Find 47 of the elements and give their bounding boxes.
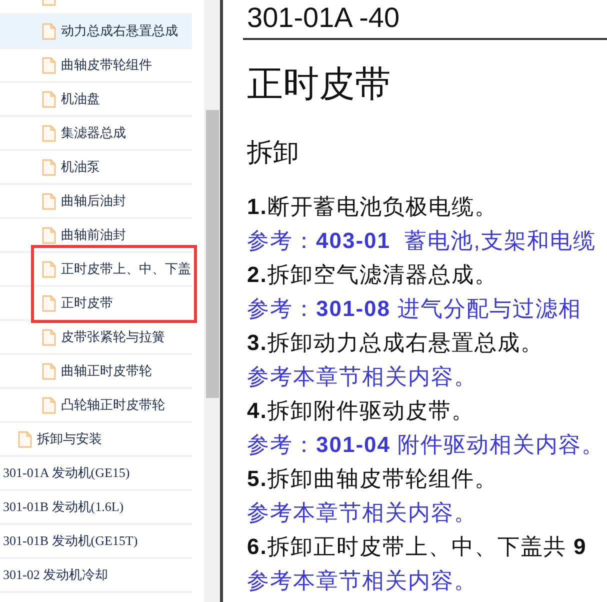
tree-item[interactable]: 动力总成右悬置总成: [0, 15, 192, 49]
tree-item[interactable]: 机油盘: [0, 83, 192, 117]
tree-item[interactable]: 曲轴皮带轮组件: [0, 49, 192, 83]
tree-item[interactable]: 拆卸与安装: [0, 423, 192, 457]
reference-link[interactable]: 参考：301-08 进气分配与过滤相: [247, 292, 582, 326]
tree-item[interactable]: 301-01B 发动机(1.6L): [0, 491, 192, 525]
step-text: 6.拆卸正时皮带上、中、下盖共 9: [247, 533, 587, 561]
tree-item[interactable]: 曲轴正时皮带轮: [0, 355, 192, 389]
document-icon: [42, 226, 56, 244]
tree-item[interactable]: 曲轴后油封: [0, 185, 192, 219]
scrollbar[interactable]: [204, 0, 220, 602]
document-icon: [42, 56, 56, 74]
tree-item[interactable]: 301-01A 发动机(GE15): [0, 457, 192, 491]
document-icon: [42, 396, 56, 414]
tree-item[interactable]: 机油泵: [0, 151, 192, 185]
document-icon: [42, 158, 56, 176]
tree-item[interactable]: 301-01B 发动机(GE15T): [0, 525, 192, 559]
document-icon: [42, 362, 56, 380]
reference-link[interactable]: 参考本章节相关内容。: [247, 360, 477, 394]
section-heading: 拆卸: [247, 136, 299, 169]
page-title: 正时皮带: [247, 62, 391, 106]
tree-item[interactable]: 集滤器总成: [0, 117, 192, 151]
step-text: 1.断开蓄电池负极电缆。: [247, 193, 498, 221]
tree-item[interactable]: 凸轮轴正时皮带轮: [0, 389, 192, 423]
scrollbar-thumb[interactable]: [206, 110, 219, 398]
document-icon: [42, 294, 56, 312]
step-text: 2.拆卸空气滤清器总成。: [247, 261, 498, 289]
document-icon: [42, 328, 56, 346]
document-icon: [42, 260, 56, 278]
reference-link[interactable]: 参考：403-01 蓄电池,支架和电缆: [247, 224, 596, 258]
reference-link[interactable]: 参考：301-04 附件驱动相关内容。: [247, 428, 605, 462]
document-icon: [42, 90, 56, 108]
tree-item[interactable]: 301-02 发动机冷却: [0, 559, 192, 593]
reference-link[interactable]: 参考本章节相关内容。: [247, 564, 477, 598]
tree-item[interactable]: 正时皮带上、中、下盖: [0, 253, 192, 287]
reference-link[interactable]: 参考本章节相关内容。: [247, 496, 477, 530]
tree-item[interactable]: 正时皮带: [0, 287, 192, 321]
step-text: 3.拆卸动力总成右悬置总成。: [247, 329, 544, 357]
section-code: 301-01A -40: [247, 1, 400, 35]
step-text: 5.拆卸曲轴皮带轮组件。: [247, 465, 498, 493]
document-icon: [42, 192, 56, 210]
tree-item[interactable]: 皮带张紧轮与拉簧: [0, 321, 192, 355]
document-icon: [42, 124, 56, 142]
step-text: 4.拆卸附件驱动皮带。: [247, 397, 474, 425]
document-icon: [18, 430, 32, 448]
document-icon: [42, 22, 56, 40]
tree-item[interactable]: 曲轴前油封: [0, 219, 192, 253]
